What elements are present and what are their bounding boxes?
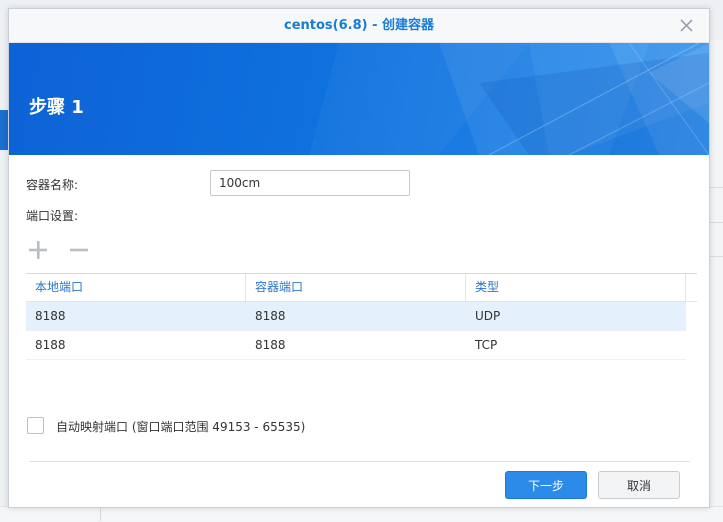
table-row[interactable]: 8188 8188 UDP: [26, 302, 686, 331]
table-header: 本地端口 容器端口 类型: [26, 274, 697, 302]
next-button[interactable]: 下一步: [505, 471, 587, 499]
container-name-input[interactable]: [210, 170, 410, 196]
minus-icon[interactable]: [68, 239, 90, 261]
create-container-dialog: centos(6.8) - 创建容器 步骤 1 容器名称: 端口设置:: [8, 8, 710, 508]
container-port-cell: 8188: [255, 338, 286, 352]
port-table: 本地端口 容器端口 类型 8188 8188 UDP 8188 8188 TCP: [26, 273, 697, 360]
background-divider: [708, 187, 723, 188]
dialog-title: centos(6.8) - 创建容器: [283, 18, 435, 33]
background-divider: [708, 256, 723, 257]
step-banner: 步骤 1: [9, 43, 709, 155]
auto-map-ports-checkbox[interactable]: [27, 417, 44, 434]
background-divider: [100, 506, 101, 521]
type-cell: TCP: [475, 338, 498, 352]
container-name-label: 容器名称:: [26, 178, 79, 192]
auto-map-ports-label: 自动映射端口 (窗口端口范围 49153 - 65535): [56, 420, 306, 434]
table-row[interactable]: 8188 8188 TCP: [26, 331, 686, 360]
background-app-panel: [708, 40, 723, 521]
cancel-button[interactable]: 取消: [598, 471, 680, 499]
step-title: 步骤 1: [29, 97, 84, 118]
column-header-local-port[interactable]: 本地端口: [26, 274, 246, 301]
local-port-cell: 8188: [35, 309, 66, 323]
footer-divider: [29, 461, 690, 462]
close-icon[interactable]: [678, 17, 695, 34]
plus-icon[interactable]: [27, 239, 49, 261]
container-port-cell: 8188: [255, 309, 286, 323]
dialog-titlebar: centos(6.8) - 创建容器: [9, 9, 709, 43]
type-cell: UDP: [475, 309, 501, 323]
port-settings-label: 端口设置:: [26, 209, 79, 223]
banner-pattern: [309, 43, 709, 155]
background-divider: [708, 222, 723, 223]
background-app-footer: [0, 506, 723, 522]
local-port-cell: 8188: [35, 338, 66, 352]
column-header-container-port[interactable]: 容器端口: [246, 274, 466, 301]
column-header-type[interactable]: 类型: [466, 274, 686, 301]
